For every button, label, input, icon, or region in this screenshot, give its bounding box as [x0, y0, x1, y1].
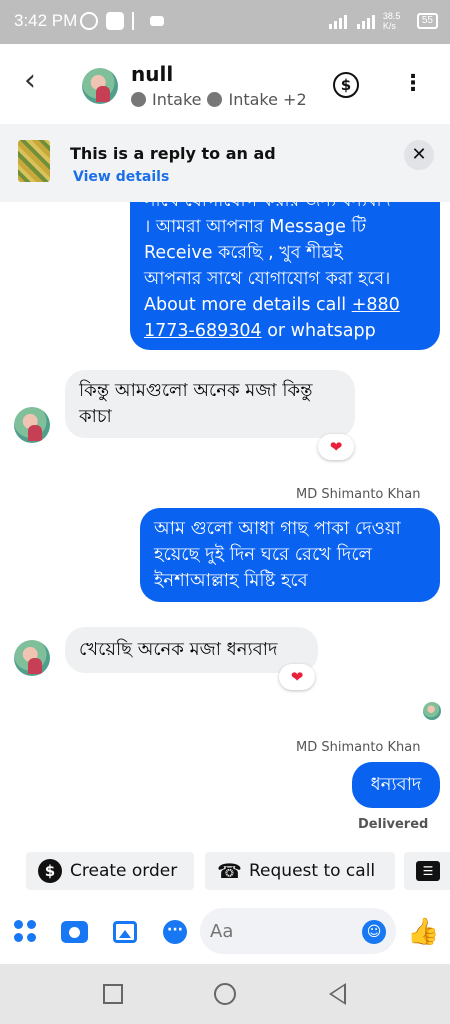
close-icon[interactable]: ✕ [404, 140, 434, 170]
outgoing-message[interactable]: আম গুলো আধা গাছ পাকা দেওয়া হয়েছে দুই দ… [140, 508, 440, 602]
contact-avatar[interactable] [14, 640, 50, 676]
signal-icon [327, 13, 349, 29]
read-receipt-avatar [423, 702, 441, 720]
dollar-icon[interactable]: $ [333, 72, 359, 98]
contact-avatar[interactable] [14, 407, 50, 443]
message-line: । আমরা আপনার Message টি [144, 217, 367, 237]
create-order-button[interactable]: $ Create order [26, 852, 194, 890]
sender-name: MD Shimanto Khan [296, 740, 421, 755]
message-text: ধন্যবাদ [370, 774, 422, 795]
net-speed: 38.5 K/s [382, 11, 401, 31]
contact-card-icon: ☰ [416, 861, 440, 881]
sender-name: MD Shimanto Khan [296, 487, 421, 502]
youtube-icon [106, 12, 124, 30]
incoming-message[interactable]: খেয়েছি অনেক মজা ধন্যবাদ [65, 627, 318, 673]
message-line: কাচা [79, 406, 112, 427]
status-time: 3:42 PM [14, 11, 78, 30]
game-icon [150, 16, 164, 26]
heart-reaction-icon[interactable]: ❤ [279, 664, 315, 690]
message-text: About more details call [144, 295, 352, 315]
saved-replies-icon[interactable]: ··· [163, 920, 187, 944]
menu-grid-icon[interactable] [14, 920, 38, 944]
label-intake-more: Intake +2 [228, 90, 307, 109]
heart-reaction-icon[interactable]: ❤ [318, 434, 354, 460]
message-line: 1773-689304 or whatsapp [144, 318, 426, 344]
system-nav-bar [0, 964, 450, 1024]
contact-card-button[interactable]: ☰ [404, 852, 450, 890]
message-line: Receive করেছি , খুব শীঘ্রই [144, 243, 343, 263]
recents-icon[interactable] [103, 984, 123, 1004]
view-details-link[interactable]: View details [73, 169, 169, 185]
chat-header: ‹ null Intake Intake +2 $ ⋮ [0, 44, 450, 124]
dollar-icon: $ [38, 859, 62, 883]
message-line: ইনশাআল্লাহ মিষ্টি হবে [154, 570, 308, 591]
contact-name[interactable]: null [131, 62, 173, 86]
outgoing-message[interactable]: সাথে যোগাযোগ করার জন্য ধন্যবাদ । আমরা আপ… [130, 202, 440, 350]
back-icon[interactable] [329, 983, 346, 1005]
signal-icon [355, 13, 377, 29]
contact-avatar[interactable] [82, 68, 118, 104]
message-text: or whatsapp [261, 321, 376, 341]
label-dot-icon [207, 92, 223, 107]
label-intake: Intake [152, 90, 202, 109]
status-bar: 3:42 PM 38.5 K/s 55 [0, 0, 450, 44]
phone-add-icon: ☎ [217, 859, 242, 883]
label-dot-icon [131, 92, 146, 107]
request-to-call-button[interactable]: ☎ Request to call [205, 852, 395, 890]
message-line: আম গুলো আধা গাছ পাকা দেওয়া [154, 518, 401, 539]
more-vertical-icon[interactable]: ⋮ [402, 72, 424, 96]
outgoing-message[interactable]: ধন্যবাদ [352, 762, 440, 808]
home-icon[interactable] [214, 983, 236, 1005]
request-to-call-label: Request to call [249, 861, 376, 881]
sync-icon [80, 12, 98, 30]
delivered-status: Delivered [358, 817, 429, 832]
message-line: হয়েছে দুই দিন ঘরে রেখে দিলে [154, 544, 372, 565]
message-line: কিন্তু আমগুলো অনেক মজা কিন্তু [79, 380, 313, 401]
incoming-message[interactable]: কিন্তু আমগুলো অনেক মজা কিন্তু কাচা [65, 370, 355, 438]
message-text: খেয়েছি অনেক মজা ধন্যবাদ [79, 639, 278, 660]
status-system-icons: 38.5 K/s 55 [327, 11, 438, 31]
camera-icon[interactable] [61, 921, 88, 943]
phone-link[interactable]: +880 [352, 295, 400, 315]
create-order-label: Create order [70, 861, 178, 881]
chevron-left-icon[interactable]: ‹ [24, 66, 36, 96]
thumbs-up-icon[interactable]: 👍 [407, 917, 439, 947]
ad-reply-banner: This is a reply to an ad View details ✕ [0, 124, 450, 202]
message-line: About more details call +880 [144, 292, 426, 318]
bluetooth-icon [132, 12, 142, 30]
battery-icon: 55 [416, 13, 438, 29]
message-clip: সাথে যোগাযোগ করার জন্য ধন্যবাদ । আমরা আপ… [0, 202, 450, 352]
ad-thumbnail[interactable] [18, 140, 50, 182]
message-line: আপনার সাথে যোগাযোগ করা হবে। [144, 269, 391, 289]
phone-link[interactable]: 1773-689304 [144, 321, 262, 341]
image-icon[interactable] [113, 921, 137, 943]
contact-labels[interactable]: Intake Intake +2 [131, 90, 313, 109]
message-composer: ··· ☺ 👍 [0, 900, 450, 964]
status-notification-icons [80, 12, 164, 30]
message-line: সাথে যোগাযোগ করার জন্য ধন্যবাদ [144, 202, 426, 214]
emoji-icon[interactable]: ☺ [362, 920, 386, 944]
ad-reply-title: This is a reply to an ad [70, 144, 276, 163]
